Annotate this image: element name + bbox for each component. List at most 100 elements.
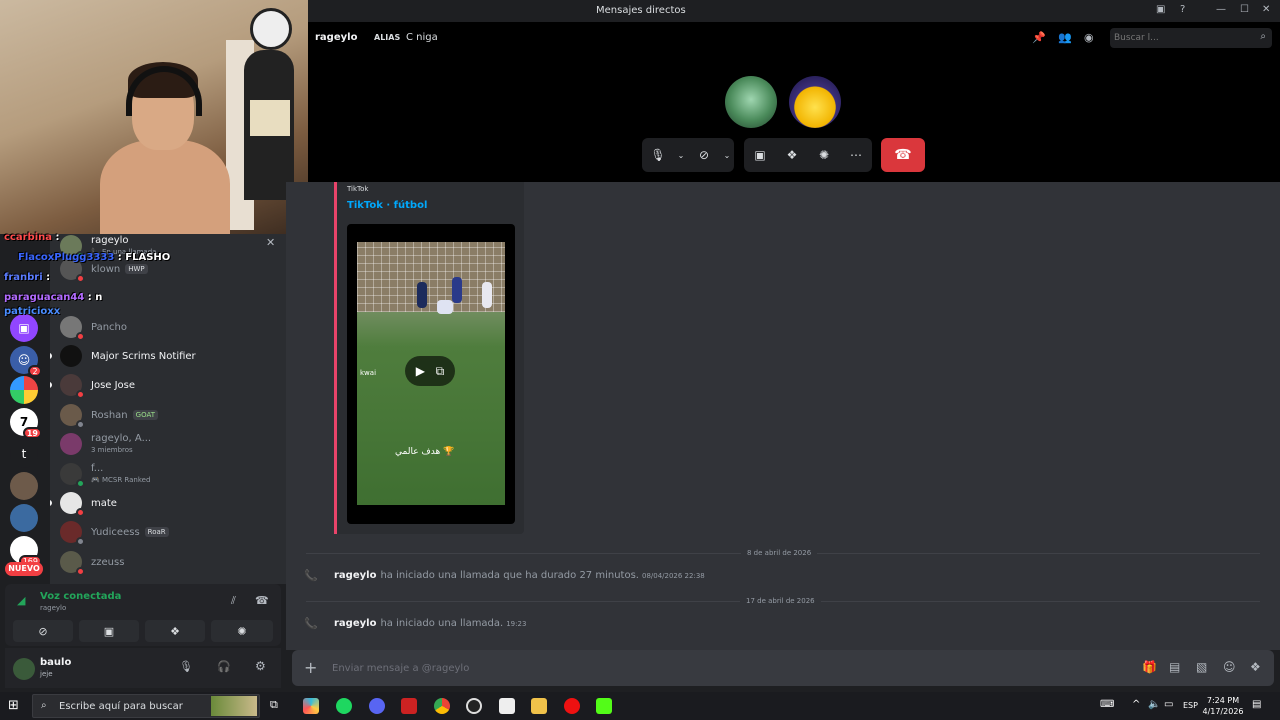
avatar (60, 492, 85, 517)
server-icon[interactable]: ☺ 2 (10, 346, 42, 377)
chevron-down-icon[interactable]: ⌄ (674, 151, 688, 160)
server-icon[interactable]: t (10, 440, 38, 468)
user-status: jeje (40, 670, 53, 678)
activities-button[interactable]: ❖ (145, 620, 205, 642)
file-explorer-icon[interactable] (531, 698, 547, 714)
add-friend-icon[interactable]: 👥 (1058, 31, 1072, 44)
dm-item[interactable]: f... 🎮 MCSR Ranked (58, 460, 282, 488)
microphone-icon[interactable]: 🎙 (642, 148, 674, 162)
app-icon[interactable] (401, 698, 417, 714)
play-button[interactable]: ▶ ⧉ (405, 356, 455, 386)
call-message: 📞 rageylo ha iniciado una llamada que ha… (304, 569, 705, 582)
server-icon[interactable] (10, 376, 38, 404)
dm-title[interactable]: rageylo (315, 32, 357, 43)
keyboard-icon[interactable]: ⌨ (1100, 699, 1114, 710)
dm-item[interactable]: Yudiceess RoaR (58, 518, 282, 546)
kick-icon[interactable] (596, 698, 612, 714)
maximize-button[interactable]: ☐ (1240, 4, 1249, 15)
close-window-button[interactable]: ✕ (1262, 4, 1270, 15)
dm-item[interactable]: rageylo, A... 3 miembros (58, 430, 282, 458)
volume-icon[interactable]: 🔈 (1148, 699, 1160, 710)
dm-item[interactable]: zzeuss (58, 548, 282, 576)
avatar (60, 404, 85, 429)
video-watermark: kwai (360, 369, 377, 377)
disconnect-call-button[interactable]: ☎ (881, 138, 925, 172)
windows-start-icon[interactable]: ⊞ (8, 698, 19, 713)
server-icon[interactable]: ▣ (10, 314, 38, 342)
search-box[interactable]: ⌕ (1110, 28, 1272, 48)
copilot-icon[interactable] (303, 698, 319, 714)
microphone-icon[interactable]: 🎙 (179, 660, 193, 673)
avatar (60, 463, 85, 488)
avatar (60, 374, 85, 399)
username[interactable]: baulo (40, 657, 71, 668)
clock[interactable]: 7:24 PM 4/17/2026 (1200, 695, 1246, 717)
screen-share-button[interactable]: ▣ (79, 620, 139, 642)
server-icon[interactable] (10, 504, 38, 532)
settings-icon[interactable]: ⚙ (255, 659, 266, 673)
discord-icon[interactable] (369, 698, 385, 714)
dm-item[interactable]: mate (50, 489, 282, 517)
more-icon[interactable]: ⋯ (840, 148, 872, 162)
soundboard-icon[interactable]: ✺ (808, 148, 840, 162)
video-player[interactable]: kwai هدف عالمي 🏆 ▶ ⧉ (347, 224, 515, 524)
avatar (60, 258, 85, 283)
screen-share-icon[interactable]: ▣ (744, 148, 776, 162)
headphones-icon[interactable]: 🎧 (217, 660, 231, 673)
noise-suppression-icon[interactable]: ⫽ (231, 594, 236, 608)
soundboard-button[interactable]: ✺ (211, 620, 273, 642)
activities-icon[interactable]: ❖ (776, 148, 808, 162)
server-icon[interactable]: 169 (10, 536, 42, 567)
voice-status[interactable]: Voz conectada (40, 591, 121, 602)
participant-avatar[interactable] (725, 76, 777, 128)
participant-avatar[interactable] (789, 76, 841, 128)
camera-off-icon[interactable]: ⊘ (688, 148, 720, 162)
avatar[interactable] (13, 658, 35, 680)
call-area: rageylo ALIAS C niga 📌 👥 ◉ ⌕ 🎙 ⌄ ⊘ ⌄ ▣ ❖… (308, 22, 1280, 182)
app-icon[interactable] (499, 698, 515, 714)
pin-icon[interactable]: 📌 (1032, 31, 1046, 44)
minimize-button[interactable]: — (1216, 4, 1226, 15)
help-icon[interactable]: ? (1180, 4, 1185, 15)
dm-item[interactable]: klown HWP (58, 255, 282, 283)
camera-off-button[interactable]: ⊘ (13, 620, 73, 642)
task-view-icon[interactable]: ⧉ (270, 698, 286, 714)
gift-icon[interactable]: 🎁 (1142, 660, 1157, 674)
embed-title-link[interactable]: TikTok · fútbol (347, 200, 427, 211)
gif-icon[interactable]: ▤ (1169, 660, 1180, 674)
taskbar-search[interactable]: ⌕ Escribe aquí para buscar (32, 694, 260, 718)
emoji-icon[interactable]: ☺ (1223, 660, 1236, 674)
message-list: TikTok TikTok · fútbol kwai هدف عالمي 🏆 … (286, 182, 1280, 650)
notifications-icon[interactable]: ▤ (1252, 699, 1261, 710)
apps-icon[interactable]: ❖ (1250, 660, 1261, 674)
chevron-down-icon[interactable]: ⌄ (720, 151, 734, 160)
play-icon: ▶ (415, 364, 425, 378)
message-input[interactable] (332, 660, 1092, 676)
server-icon[interactable]: 7 19 (10, 408, 42, 439)
message-composer: + 🎁 ▤ ▧ ☺ ❖ (292, 650, 1274, 686)
sticker-icon[interactable]: ▧ (1196, 660, 1207, 674)
chevron-up-icon[interactable]: ^ (1132, 699, 1140, 710)
disconnect-icon[interactable]: ☎ (255, 594, 269, 607)
dm-item[interactable]: Roshan GOAT (58, 401, 282, 429)
dm-item[interactable]: Major Scrims Notifier (50, 342, 282, 370)
obs-icon[interactable] (466, 698, 482, 714)
dm-item[interactable]: Pancho (58, 313, 282, 341)
spotify-icon[interactable] (336, 698, 352, 714)
server-icon[interactable] (10, 472, 38, 500)
dm-item[interactable]: Jose Jose (50, 371, 282, 399)
avatar (60, 235, 85, 260)
chrome-icon[interactable] (434, 698, 450, 714)
network-icon[interactable]: ▭ (1164, 699, 1173, 710)
phone-icon: 📞 (304, 569, 318, 582)
server-tag: RoaR (144, 527, 169, 537)
add-attachment-icon[interactable]: + (304, 658, 317, 677)
opera-icon[interactable] (564, 698, 580, 714)
language-indicator[interactable]: ESP (1183, 701, 1198, 710)
avatar (60, 551, 85, 576)
new-badge[interactable]: NUEVO (5, 562, 43, 576)
profile-icon[interactable]: ◉ (1084, 31, 1094, 44)
search-input[interactable] (1114, 31, 1244, 45)
inbox-icon[interactable]: ▣ (1156, 4, 1165, 15)
webcam-overlay (0, 0, 308, 234)
